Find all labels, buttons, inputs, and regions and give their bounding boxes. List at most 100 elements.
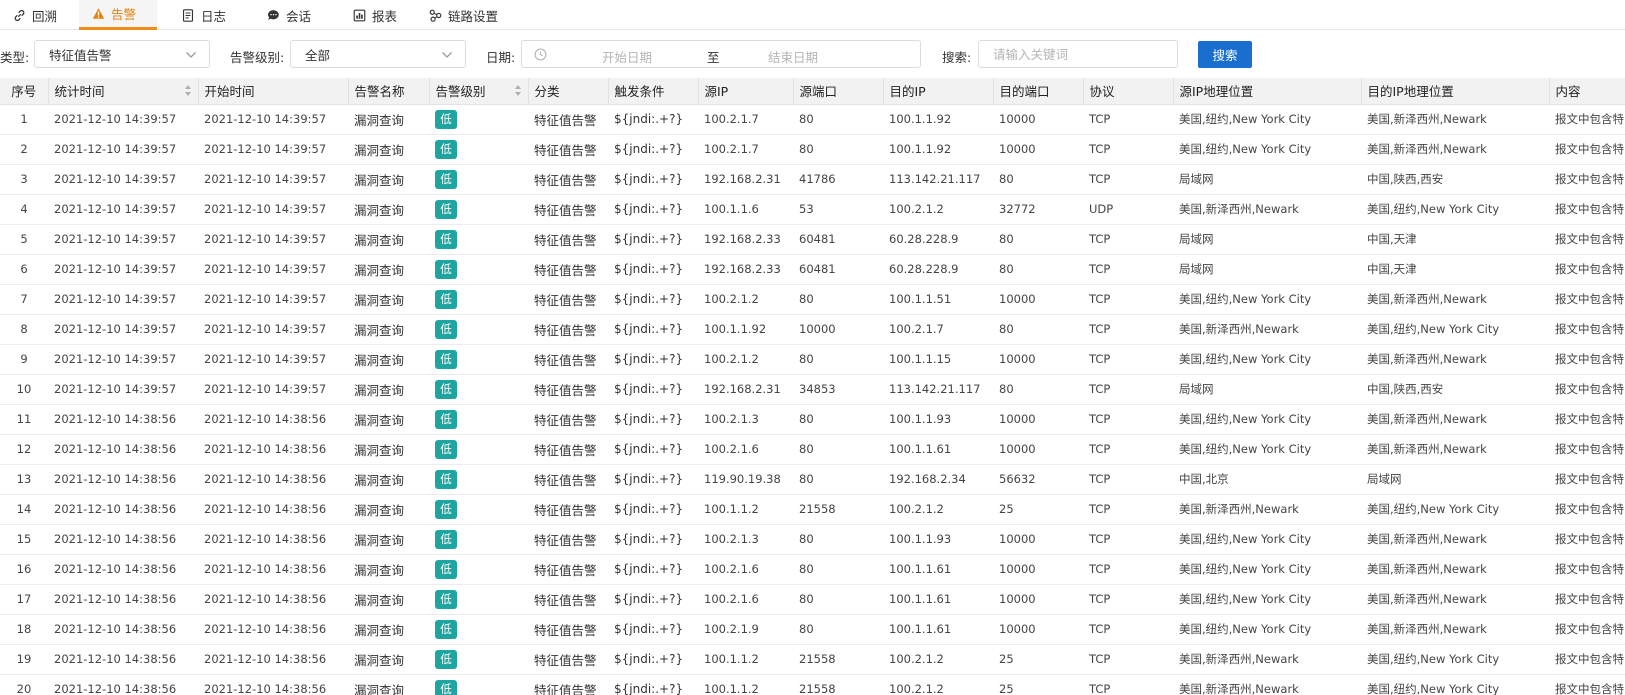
chevron-down-icon: [185, 49, 197, 64]
table-row[interactable]: 5 2021-12-10 14:39:57 2021-12-10 14:39:57 漏…: [0, 224, 1625, 255]
col-header-stat-time[interactable]: 统计时间: [47, 78, 198, 105]
table-row[interactable]: 10 2021-12-10 14:39:57 2021-12-10 14:39:57…: [0, 374, 1625, 405]
tab-label: 告警: [111, 7, 137, 22]
cell-src-geo: 美国,纽约,New York City: [1173, 434, 1361, 465]
cell-index: 6: [0, 254, 48, 285]
cell-index: 9: [0, 344, 48, 375]
report-icon: [352, 8, 366, 22]
cell-start-time: 2021-12-10 14:39:57: [198, 134, 348, 165]
search-input[interactable]: [978, 40, 1178, 68]
cell-dst-port: 25: [993, 674, 1083, 695]
cell-index: 15: [0, 524, 48, 555]
sort-icon[interactable]: [514, 85, 522, 97]
cell-dst-ip: 100.2.1.2: [883, 644, 993, 675]
cell-category: 特征值告警: [528, 614, 608, 645]
cell-protocol: TCP: [1083, 314, 1173, 345]
tab-report[interactable]: 报表: [340, 0, 409, 30]
level-badge: 低: [435, 679, 457, 695]
cell-src-port: 80: [793, 104, 883, 135]
level-badge: 低: [435, 439, 457, 459]
cell-index: 4: [0, 194, 48, 225]
cell-src-ip: 100.2.1.6: [698, 434, 793, 465]
cell-alarm-name: 漏洞查询: [348, 194, 429, 225]
cell-dst-ip: 100.1.1.93: [883, 524, 993, 555]
cell-content: 报文中包含特: [1549, 104, 1625, 135]
cell-content: 报文中包含特: [1549, 314, 1625, 345]
type-label: 类型:: [0, 50, 30, 65]
cell-index: 18: [0, 614, 48, 645]
table-row[interactable]: 3 2021-12-10 14:39:57 2021-12-10 14:39:57 漏…: [0, 164, 1625, 195]
col-header-label: 统计时间: [54, 84, 105, 100]
table-row[interactable]: 9 2021-12-10 14:39:57 2021-12-10 14:39:57 漏…: [0, 344, 1625, 375]
cell-protocol: TCP: [1083, 614, 1173, 645]
cell-dst-port: 10000: [993, 524, 1083, 555]
table-row[interactable]: 18 2021-12-10 14:38:56 2021-12-10 14:38:56…: [0, 614, 1625, 645]
cell-src-ip: 100.2.1.2: [698, 284, 793, 315]
document-icon: [181, 8, 195, 22]
level-badge: 低: [435, 349, 457, 369]
col-header-alarm-level[interactable]: 告警级别: [428, 78, 528, 105]
table-row[interactable]: 14 2021-12-10 14:38:56 2021-12-10 14:38:56…: [0, 494, 1625, 525]
sort-icon[interactable]: [184, 85, 192, 97]
cell-src-ip: 100.1.1.2: [698, 644, 793, 675]
cell-protocol: TCP: [1083, 584, 1173, 615]
type-select[interactable]: 特征值告警: [34, 40, 210, 68]
table-row[interactable]: 13 2021-12-10 14:38:56 2021-12-10 14:38:56…: [0, 464, 1625, 495]
cell-dst-port: 80: [993, 314, 1083, 345]
tab-alarm[interactable]: 告警: [79, 0, 157, 30]
tab-backtrack[interactable]: 回溯: [0, 0, 69, 30]
cell-dst-port: 10000: [993, 134, 1083, 165]
table-row[interactable]: 8 2021-12-10 14:39:57 2021-12-10 14:39:57 漏…: [0, 314, 1625, 345]
table-row[interactable]: 16 2021-12-10 14:38:56 2021-12-10 14:38:56…: [0, 554, 1625, 585]
tab-log[interactable]: 日志: [169, 0, 238, 30]
cell-stat-time: 2021-12-10 14:38:56: [48, 464, 198, 495]
table-row[interactable]: 6 2021-12-10 14:39:57 2021-12-10 14:39:57 漏…: [0, 254, 1625, 285]
tab-label: 日志: [201, 8, 227, 24]
cell-index: 19: [0, 644, 48, 675]
cell-alarm-name: 漏洞查询: [348, 614, 429, 645]
table-row[interactable]: 2 2021-12-10 14:39:57 2021-12-10 14:39:57 漏…: [0, 134, 1625, 165]
table-row[interactable]: 7 2021-12-10 14:39:57 2021-12-10 14:39:57 漏…: [0, 284, 1625, 315]
cell-stat-time: 2021-12-10 14:39:57: [48, 104, 198, 135]
cell-alarm-level: 低: [429, 494, 528, 525]
tab-link-settings[interactable]: 链路设置: [416, 0, 510, 30]
cell-index: 14: [0, 494, 48, 525]
level-select[interactable]: 全部: [290, 40, 466, 68]
search-button[interactable]: 搜索: [1198, 41, 1252, 68]
cell-index: 13: [0, 464, 48, 495]
cell-start-time: 2021-12-10 14:39:57: [198, 344, 348, 375]
table-row[interactable]: 4 2021-12-10 14:39:57 2021-12-10 14:39:57 漏…: [0, 194, 1625, 225]
cell-start-time: 2021-12-10 14:38:56: [198, 554, 348, 585]
cell-src-port: 80: [793, 464, 883, 495]
cell-alarm-name: 漏洞查询: [348, 224, 429, 255]
cell-stat-time: 2021-12-10 14:39:57: [48, 314, 198, 345]
cell-index: 17: [0, 584, 48, 615]
cell-stat-time: 2021-12-10 14:39:57: [48, 164, 198, 195]
cell-dst-ip: 100.1.1.51: [883, 284, 993, 315]
cell-src-geo: 局域网: [1173, 164, 1361, 195]
table-row[interactable]: 12 2021-12-10 14:38:56 2021-12-10 14:38:56…: [0, 434, 1625, 465]
cell-category: 特征值告警: [528, 254, 608, 285]
table-row[interactable]: 11 2021-12-10 14:38:56 2021-12-10 14:38:56…: [0, 404, 1625, 435]
col-header-start-time: 开始时间: [197, 78, 348, 105]
cell-src-ip: 100.2.1.2: [698, 344, 793, 375]
table-row[interactable]: 15 2021-12-10 14:38:56 2021-12-10 14:38:56…: [0, 524, 1625, 555]
table-row[interactable]: 17 2021-12-10 14:38:56 2021-12-10 14:38:56…: [0, 584, 1625, 615]
date-start-placeholder[interactable]: 开始日期: [602, 47, 652, 66]
cell-content: 报文中包含特: [1549, 554, 1625, 585]
type-select-value: 特征值告警: [49, 47, 112, 63]
tab-session[interactable]: 会话: [254, 0, 323, 30]
cell-src-port: 80: [793, 404, 883, 435]
cell-trigger: ${jndi:.+?}: [608, 164, 698, 195]
cell-src-port: 10000: [793, 314, 883, 345]
table-row[interactable]: 1 2021-12-10 14:39:57 2021-12-10 14:39:57 漏…: [0, 104, 1625, 135]
date-end-placeholder[interactable]: 结束日期: [768, 47, 818, 66]
table-row[interactable]: 19 2021-12-10 14:38:56 2021-12-10 14:38:56…: [0, 644, 1625, 675]
date-range-picker[interactable]: 开始日期 至 结束日期: [521, 40, 921, 68]
cell-protocol: TCP: [1083, 284, 1173, 315]
cell-protocol: TCP: [1083, 434, 1173, 465]
cell-dst-port: 10000: [993, 404, 1083, 435]
cell-protocol: TCP: [1083, 674, 1173, 695]
cell-alarm-level: 低: [429, 194, 528, 225]
table-row[interactable]: 20 2021-12-10 14:38:56 2021-12-10 14:38:56…: [0, 674, 1625, 695]
